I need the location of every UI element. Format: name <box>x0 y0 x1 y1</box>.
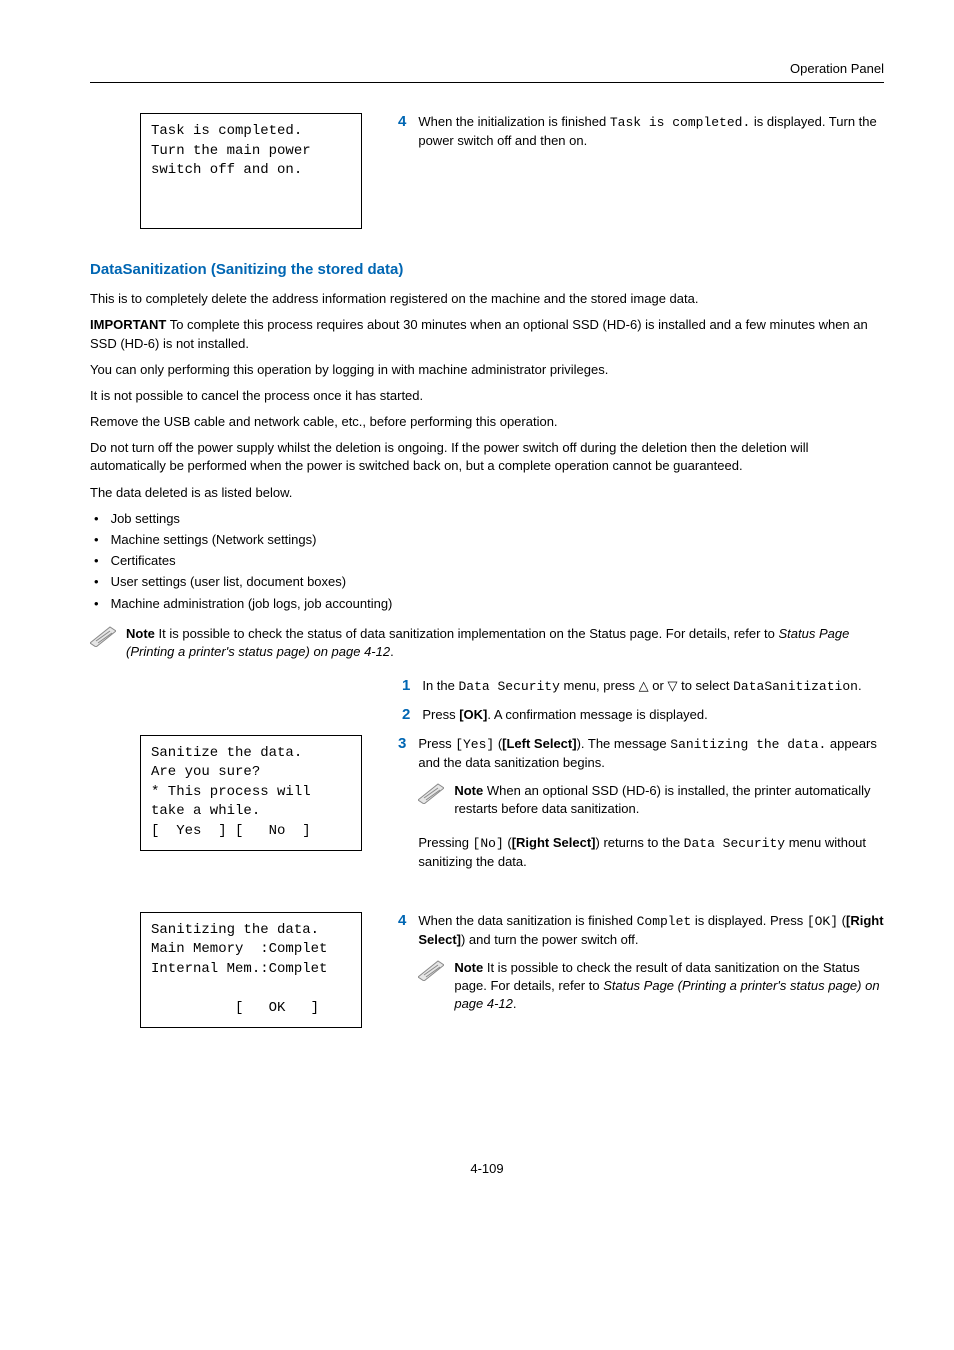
code-text: [No] <box>473 836 504 851</box>
note-icon <box>418 959 444 981</box>
lcd-line: * This process will <box>151 784 311 800</box>
note-label: Note <box>454 960 483 975</box>
para: The data deleted is as listed below. <box>90 484 884 502</box>
lcd-line: Internal Mem.:Complet <box>151 961 327 977</box>
bullet-list: •Job settings •Machine settings (Network… <box>90 510 884 613</box>
step-text: Press [OK]. A confirmation message is di… <box>422 706 884 724</box>
step-3-extra: Pressing [No] ([Right Select]) returns t… <box>418 834 884 871</box>
note-icon <box>90 625 116 647</box>
list-item: •Machine administration (job logs, job a… <box>94 595 884 613</box>
step-text: When the initialization is finished Task… <box>418 113 884 150</box>
para: It is not possible to cancel the process… <box>90 387 884 405</box>
para: Remove the USB cable and network cable, … <box>90 413 884 431</box>
lcd-line: Main Memory :Complet <box>151 941 327 957</box>
note-text: Note It is possible to check the status … <box>126 625 884 661</box>
note-block: Note When an optional SSD (HD-6) is inst… <box>418 782 884 818</box>
page-header: Operation Panel <box>90 60 884 83</box>
list-item: •Certificates <box>94 552 884 570</box>
note-label: Note <box>126 626 155 641</box>
step-number: 4 <box>398 113 406 150</box>
lcd-screen-3: Sanitizing the data. Main Memory :Comple… <box>140 912 362 1028</box>
code-text: DataSanitization <box>733 679 858 694</box>
triangle-up-icon <box>639 678 649 693</box>
block-step4: Sanitizing the data. Main Memory :Comple… <box>140 912 884 1040</box>
section-title: DataSanitization (Sanitizing the stored … <box>90 259 884 280</box>
list-item: •User settings (user list, document boxe… <box>94 573 884 591</box>
note-icon <box>418 782 444 804</box>
lcd-line: switch off and on. <box>151 162 302 178</box>
code-text: Data Security <box>684 836 785 851</box>
step-3: 3 Press [Yes] ([Left Select]). The messa… <box>398 735 884 872</box>
step-2: 2 Press [OK]. A confirmation message is … <box>402 706 884 724</box>
lcd-line: Sanitizing the data. <box>151 922 319 938</box>
code-text: Sanitizing the data. <box>670 737 826 752</box>
note-text: Note When an optional SSD (HD-6) is inst… <box>454 782 884 818</box>
step-text: When the data sanitization is finished C… <box>418 912 884 1030</box>
list-item: •Machine settings (Network settings) <box>94 531 884 549</box>
step-1: 1 In the Data Security menu, press or to… <box>402 677 884 696</box>
lcd-screen-1: Task is completed. Turn the main power s… <box>140 113 362 229</box>
steps-indent: 1 In the Data Security menu, press or to… <box>402 677 884 724</box>
header-label: Operation Panel <box>90 60 884 78</box>
para: This is to completely delete the address… <box>90 290 884 308</box>
lcd-screen-2: Sanitize the data. Are you sure? * This … <box>140 735 362 851</box>
lcd-line: Turn the main power <box>151 143 311 159</box>
step-col: 3 Press [Yes] ([Left Select]). The messa… <box>398 735 884 882</box>
step-col: 4 When the data sanitization is finished… <box>398 912 884 1040</box>
step-col: 4 When the initialization is finished Ta… <box>398 113 884 160</box>
page-footer: 4-109 <box>90 1160 884 1178</box>
step-text: In the Data Security menu, press or to s… <box>422 677 884 696</box>
lcd-line: [ Yes ] [ No ] <box>151 823 311 839</box>
lcd-line <box>151 202 159 218</box>
note-block: Note It is possible to check the status … <box>90 625 884 661</box>
lcd-line <box>151 980 159 996</box>
code-text: [OK] <box>807 914 838 929</box>
step-4: 4 When the data sanitization is finished… <box>398 912 884 1030</box>
lcd-line: [ OK ] <box>151 1000 319 1016</box>
para: Do not turn off the power supply whilst … <box>90 439 884 475</box>
code-text: Task is completed. <box>610 115 750 130</box>
lcd-line: Task is completed. <box>151 123 302 139</box>
step-number: 1 <box>402 677 410 696</box>
triangle-down-icon <box>667 678 677 693</box>
lcd-line <box>151 182 159 198</box>
para: You can only performing this operation b… <box>90 361 884 379</box>
step-number: 4 <box>398 912 406 1030</box>
lcd-line: Sanitize the data. <box>151 745 302 761</box>
step-4-top: 4 When the initialization is finished Ta… <box>398 113 884 150</box>
block-top: Task is completed. Turn the main power s… <box>140 113 884 229</box>
list-item: •Job settings <box>94 510 884 528</box>
note-text: Note It is possible to check the result … <box>454 959 884 1014</box>
note-block: Note It is possible to check the result … <box>418 959 884 1014</box>
lcd-line: Are you sure? <box>151 764 260 780</box>
block-step3: Sanitize the data. Are you sure? * This … <box>140 735 884 882</box>
code-text: [Yes] <box>455 737 494 752</box>
code-text: Complet <box>637 914 692 929</box>
step-number: 3 <box>398 735 406 872</box>
step-text: Press [Yes] ([Left Select]). The message… <box>418 735 884 872</box>
step-number: 2 <box>402 706 410 724</box>
important-label: IMPORTANT <box>90 317 166 332</box>
code-text: Data Security <box>458 679 559 694</box>
para-important: IMPORTANT To complete this process requi… <box>90 316 884 352</box>
lcd-line: take a while. <box>151 803 260 819</box>
note-label: Note <box>454 783 483 798</box>
